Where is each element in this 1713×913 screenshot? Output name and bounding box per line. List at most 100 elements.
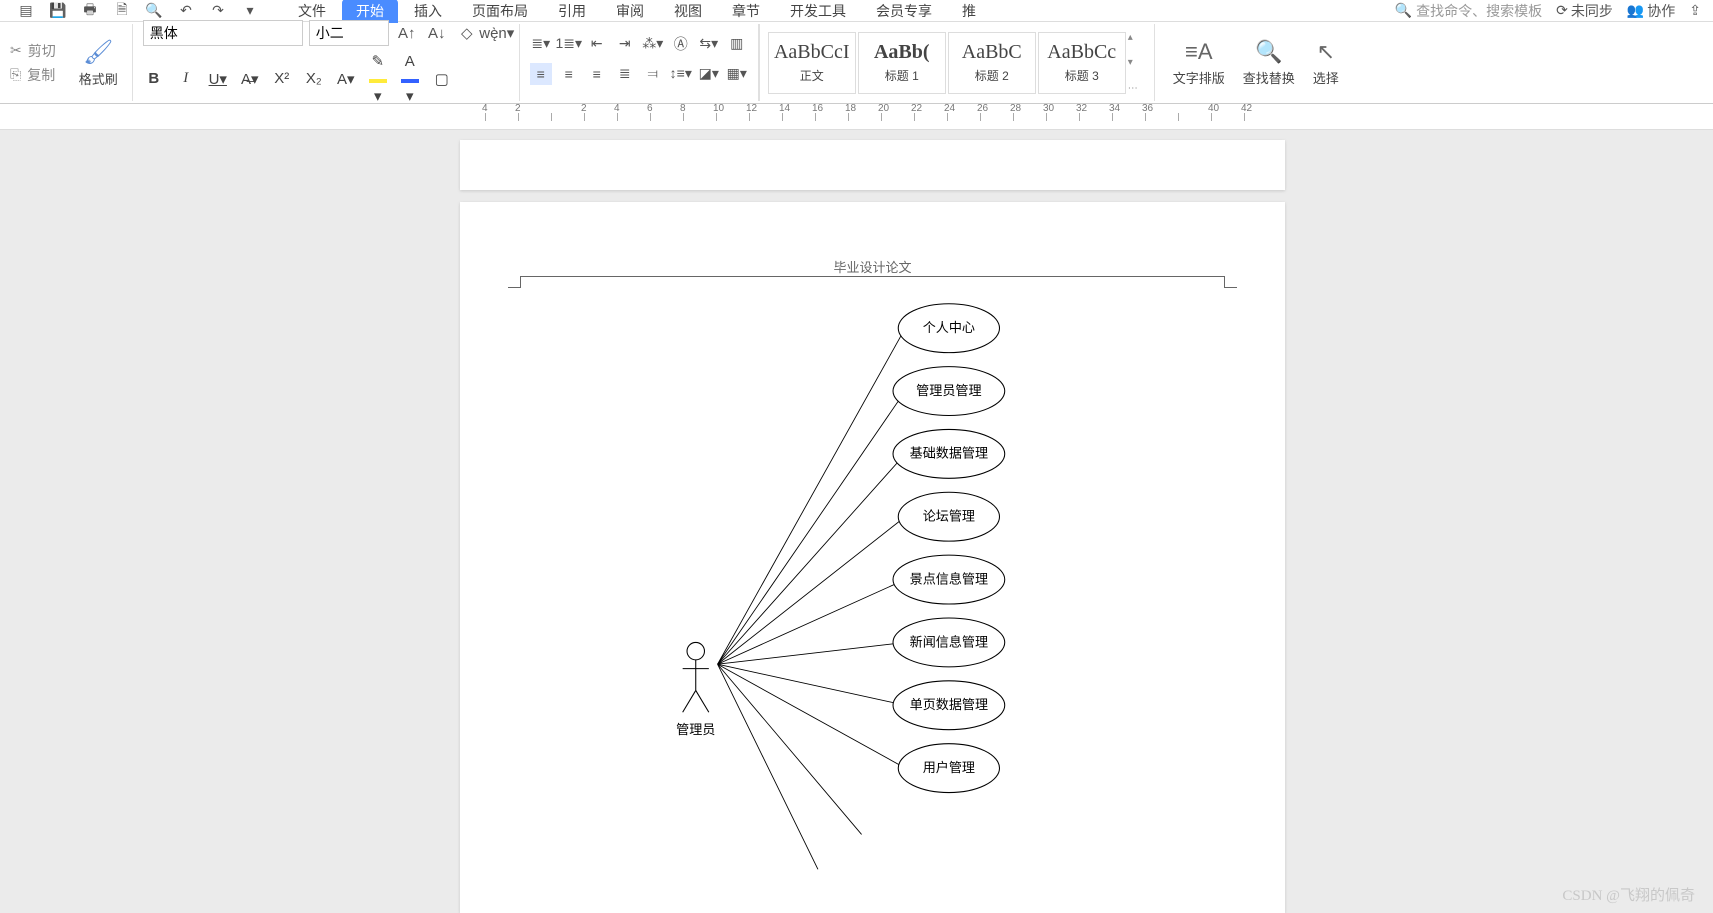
text-effect-button[interactable]: A▾ (335, 70, 357, 88)
copy-icon[interactable]: ⎘ (10, 66, 21, 83)
shading-button[interactable]: ◪▾ (698, 63, 720, 85)
ruler-tick: 4 (617, 113, 650, 121)
style-h1[interactable]: AaBb( 标题 1 (858, 32, 946, 94)
font-color-button[interactable]: A▾ (399, 53, 421, 105)
align-center-button[interactable]: ≡ (558, 63, 580, 85)
use-case-label: 论坛管理 (923, 509, 975, 524)
underline-button[interactable]: U▾ (207, 70, 229, 88)
use-case-label: 新闻信息管理 (910, 633, 988, 649)
char-border-button[interactable]: ▢ (431, 70, 453, 88)
ruler-tick: 16 (815, 113, 848, 121)
distribute-button[interactable]: ⫤ (642, 63, 664, 85)
find-icon: 🔍 (1255, 39, 1282, 65)
strike-button[interactable]: A̶▾ (239, 70, 261, 88)
align-justify-button[interactable]: ≣ (614, 63, 636, 85)
document-page[interactable]: 毕业设计论文 (460, 202, 1285, 913)
ruler-tick: 34 (1112, 113, 1145, 121)
use-case-node: 管理员管理 (893, 367, 1005, 416)
tab-view[interactable]: 视图 (660, 0, 716, 23)
highlight-button[interactable]: ✎▾ (367, 52, 389, 105)
phonetic-icon[interactable]: wę̀n▾ (485, 21, 509, 45)
borders-button[interactable]: ▦▾ (726, 63, 748, 85)
style-preview: AaBbCc (1047, 41, 1116, 64)
tab-more[interactable]: 推 (948, 0, 990, 23)
italic-button[interactable]: I (175, 70, 197, 87)
style-scroll[interactable]: ▴▾⋯ (1128, 32, 1146, 94)
outdent-button[interactable]: ⇤ (586, 33, 608, 55)
tab-devtools[interactable]: 开发工具 (776, 0, 860, 23)
bullets-button[interactable]: ≣▾ (530, 33, 552, 55)
ruler-tick: 12 (749, 113, 782, 121)
bold-button[interactable]: B (143, 70, 165, 87)
command-search[interactable]: 🔍 查找命令、搜索模板 (1395, 1, 1542, 21)
style-body[interactable]: AaBbCcI 正文 (768, 32, 856, 94)
line-spacing-button[interactable]: ↕≡▾ (670, 63, 692, 85)
collab-button[interactable]: 👥 协作 (1627, 1, 1675, 21)
text-layout-button[interactable]: ≡A 文字排版 (1173, 39, 1225, 87)
style-h3[interactable]: AaBbCc 标题 3 (1038, 32, 1126, 94)
page-header-line (520, 276, 1225, 286)
copy-button[interactable]: 复制 (27, 65, 55, 85)
format-brush-button[interactable]: 🖌 格式刷 (73, 38, 124, 88)
ruler-tick: 2 (518, 113, 551, 121)
redo-icon[interactable]: ↷ (208, 1, 228, 21)
use-case-label: 用户管理 (923, 759, 975, 775)
tab-chapter[interactable]: 章节 (718, 0, 774, 23)
top-right: 🔍 查找命令、搜索模板 ⟳ 未同步 👥 协作 ⇪ (1395, 1, 1709, 21)
sync-status[interactable]: ⟳ 未同步 (1556, 1, 1613, 21)
align-right-button[interactable]: ≡ (586, 63, 608, 85)
diagram-svg: 管理员 个人中心管理员管理基础数据管理论坛管理景点信息管理新闻信息管理单页数据管… (460, 302, 1285, 913)
indent-button[interactable]: ⇥ (614, 33, 636, 55)
use-case-node: 用户管理 (898, 744, 999, 793)
zoom-icon[interactable]: 🔍 (144, 1, 164, 21)
style-h2[interactable]: AaBbC 标题 2 (948, 32, 1036, 94)
horizontal-ruler[interactable]: 42246810121416182022242628303234364042 (0, 104, 1713, 130)
search-placeholder: 查找命令、搜索模板 (1416, 1, 1542, 21)
ruler-tick: 4 (485, 113, 518, 121)
font-name-select[interactable]: 黑体 (143, 20, 303, 46)
ruler-tick: 28 (1013, 113, 1046, 121)
search-icon: 🔍 (1395, 2, 1412, 19)
find-replace-button[interactable]: 🔍 查找替换 (1243, 39, 1295, 87)
style-preview: AaBb( (874, 41, 930, 64)
superscript-button[interactable]: X² (271, 70, 293, 87)
previous-page-bottom (460, 140, 1285, 190)
select-button[interactable]: ↖ 选择 (1313, 39, 1339, 87)
save-icon[interactable]: 💾 (48, 1, 68, 21)
ruler-tick: 30 (1046, 113, 1079, 121)
print-icon[interactable]: 🖶 (80, 1, 100, 21)
styles-gallery: AaBbCcI 正文 AaBb( 标题 1 AaBbC 标题 2 AaBbCc … (759, 24, 1154, 101)
use-case-node: 基础数据管理 (893, 429, 1005, 478)
preview-icon[interactable]: 🗎 (112, 1, 132, 21)
grow-font-icon[interactable]: A↑ (395, 21, 419, 45)
actor-label: 管理员 (676, 722, 715, 737)
file-icon[interactable]: ▤ (16, 1, 36, 21)
style-label: 正文 (800, 67, 824, 84)
text-direction-button[interactable]: Ⓐ (670, 33, 692, 55)
shrink-font-icon[interactable]: A↓ (425, 21, 449, 45)
scissors-icon[interactable]: ✂ (10, 42, 22, 59)
reveal-button[interactable]: ⇆▾ (698, 33, 720, 55)
quick-access: ▤ 💾 🖶 🗎 🔍 ↶ ↷ ▾ (4, 1, 272, 21)
format-brush-group: 🖌 格式刷 (65, 24, 133, 101)
style-label: 标题 3 (1065, 67, 1099, 84)
use-case-node: 单页数据管理 (893, 681, 1005, 730)
tab-review[interactable]: 审阅 (602, 0, 658, 23)
share-icon[interactable]: ⇪ (1689, 2, 1701, 19)
font-size-select[interactable]: 小二 (309, 20, 389, 46)
sort-button[interactable]: ⁂▾ (642, 33, 664, 55)
tab-references[interactable]: 引用 (544, 0, 600, 23)
ruler-tick: 6 (650, 113, 683, 121)
ruler-tick: 42 (1244, 113, 1277, 121)
undo-icon[interactable]: ↶ (176, 1, 196, 21)
columns-button[interactable]: ▥ (726, 33, 748, 55)
tab-member[interactable]: 会员专享 (862, 0, 946, 23)
cut-button[interactable]: 剪切 (28, 41, 56, 61)
clear-format-icon[interactable]: ◇ (455, 21, 479, 45)
numbering-button[interactable]: 1≣▾ (558, 33, 580, 55)
dropdown-icon[interactable]: ▾ (240, 1, 260, 21)
align-left-button[interactable]: ≡ (530, 63, 552, 85)
subscript-button[interactable]: X₂ (303, 70, 325, 87)
watermark: CSDN @飞翔的佩奇 (1562, 884, 1695, 905)
style-label: 标题 1 (885, 67, 919, 84)
